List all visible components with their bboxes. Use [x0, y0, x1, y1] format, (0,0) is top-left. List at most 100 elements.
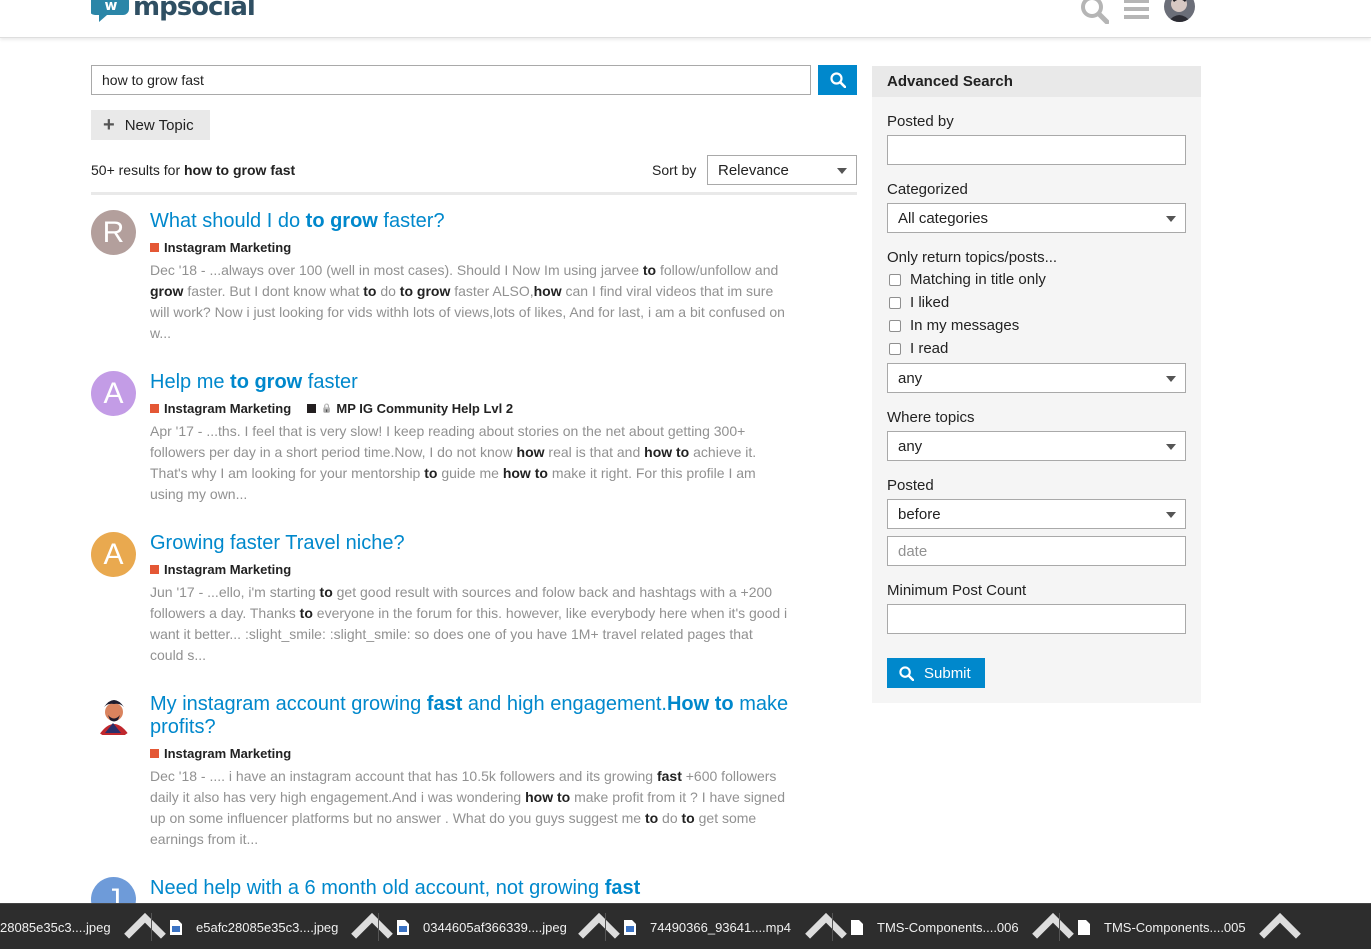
video-file-icon — [624, 919, 636, 935]
text-segment: Need help with a 6 month old account, no… — [150, 877, 605, 899]
chevron-up-icon[interactable] — [1257, 904, 1303, 950]
only-return-select-value: any — [898, 369, 923, 387]
avatar[interactable]: R — [91, 210, 136, 255]
download-item[interactable]: 28085e35c3....jpeg — [0, 904, 111, 950]
search-input[interactable] — [91, 65, 811, 95]
result-blurb: Dec '18 - .... i have an instagram accou… — [150, 766, 790, 850]
posted-by-input[interactable] — [887, 135, 1186, 165]
sort-select[interactable]: Relevance — [707, 155, 857, 185]
category-badge[interactable]: Instagram Marketing — [150, 240, 291, 255]
download-item[interactable]: TMS-Components....006 — [851, 904, 1019, 950]
posted-select[interactable]: before — [887, 499, 1186, 529]
text-segment: What should I do — [150, 210, 306, 232]
chevron-down-icon — [837, 168, 847, 174]
highlighted-term: grow — [150, 283, 184, 299]
chevron-up-icon[interactable] — [122, 904, 168, 950]
highlighted-term: to — [424, 465, 438, 481]
highlighted-term: to grow — [305, 210, 378, 232]
logo-mark-icon: w — [89, 0, 131, 22]
category-badge[interactable]: Instagram Marketing — [150, 562, 291, 577]
download-filename: 0344605af366339....jpeg — [423, 919, 567, 935]
text-segment: Growing faster Travel niche? — [150, 532, 405, 554]
chevron-up-icon[interactable] — [576, 904, 622, 950]
download-separator — [378, 913, 379, 941]
hamburger-menu-icon[interactable] — [1124, 0, 1149, 24]
sort-label: Sort by — [652, 162, 697, 178]
results-summary-term: how to grow fast — [184, 162, 296, 178]
site-logo[interactable]: w mpsocial — [89, 0, 256, 24]
checkbox-box[interactable] — [889, 342, 901, 355]
highlighted-term: How to — [666, 693, 734, 715]
user-photo-icon — [91, 693, 136, 738]
new-topic-button[interactable]: + New Topic — [91, 110, 210, 140]
result-title[interactable]: What should I do to grow faster? — [150, 210, 790, 233]
text-segment: guide me — [437, 465, 503, 481]
results-summary-prefix: 50+ results for — [91, 162, 181, 178]
where-topics-select-value: any — [898, 437, 923, 455]
result-blurb: Dec '18 - ...always over 100 (well in mo… — [150, 260, 790, 344]
text-segment: real is that and — [544, 444, 645, 460]
highlighted-term: fast — [604, 877, 641, 899]
search-icon[interactable] — [1081, 0, 1110, 29]
highlighted-term: how to — [644, 444, 690, 460]
text-segment: Dec '18 - .... i have an instagram accou… — [150, 768, 657, 784]
result-title[interactable]: Help me to grow faster — [150, 371, 790, 394]
min-post-count-input[interactable] — [887, 604, 1186, 634]
checkbox-label: I liked — [910, 294, 950, 311]
category-color-swatch — [150, 242, 159, 252]
download-item[interactable]: 0344605af366339....jpeg — [397, 904, 567, 950]
highlighted-term: how to — [502, 465, 548, 481]
results-summary: 50+ results for how to grow fast — [91, 162, 295, 178]
highlighted-term: fast — [426, 693, 463, 715]
category-badge[interactable]: Instagram Marketing — [150, 746, 291, 761]
text-segment: Help me — [150, 371, 231, 393]
chevron-up-icon[interactable] — [1030, 904, 1076, 950]
new-topic-label: New Topic — [124, 116, 194, 134]
avatar[interactable]: A — [91, 371, 136, 416]
checkbox-box[interactable] — [889, 296, 901, 309]
only-return-select[interactable]: any — [887, 363, 1186, 393]
results-divider — [91, 192, 857, 195]
date-input[interactable]: date — [887, 536, 1186, 566]
checkbox-in-my-messages[interactable]: In my messages — [889, 317, 1019, 334]
download-item[interactable]: e5afc28085e35c3....jpeg — [170, 904, 338, 950]
category-badge[interactable]: 🔒 MP IG Community Help Lvl 2 — [307, 401, 513, 416]
chevron-down-icon — [1166, 216, 1176, 222]
download-filename: 74490366_93641....mp4 — [650, 919, 791, 935]
download-separator — [605, 913, 606, 941]
category-select-value: All categories — [898, 209, 989, 227]
downloads-bar: 28085e35c3....jpeg e5afc28085e35c3....jp… — [0, 903, 1371, 949]
checkbox-i-read[interactable]: I read — [889, 340, 948, 357]
user-avatar[interactable] — [1164, 0, 1195, 22]
chevron-up-icon[interactable] — [803, 904, 849, 950]
submit-button[interactable]: Submit — [887, 658, 985, 688]
file-icon — [851, 919, 863, 935]
highlighted-term: how to — [525, 789, 571, 805]
avatar[interactable] — [91, 693, 136, 738]
chevron-down-icon — [1166, 512, 1176, 518]
search-button[interactable] — [818, 65, 857, 95]
checkbox-box[interactable] — [889, 273, 901, 286]
category-badge[interactable]: Instagram Marketing — [150, 401, 291, 416]
lock-icon: 🔒 — [321, 402, 333, 413]
text-segment: Dec '18 - ...always over 100 (well in mo… — [150, 262, 643, 278]
text-segment: faster. But I dont know what — [183, 283, 364, 299]
result-categories: Instagram Marketing — [150, 561, 790, 577]
download-item[interactable]: TMS-Components....005 — [1078, 904, 1246, 950]
text-segment: faster ALSO, — [450, 283, 534, 299]
category-color-swatch — [150, 564, 159, 574]
chevron-up-icon[interactable] — [349, 904, 395, 950]
result-title[interactable]: My instagram account growing fast and hi… — [150, 693, 790, 739]
text-segment: follow/unfollow and — [656, 262, 779, 278]
checkbox-matching-title[interactable]: Matching in title only — [889, 271, 1046, 288]
checkbox-box[interactable] — [889, 319, 901, 332]
where-topics-select[interactable]: any — [887, 431, 1186, 461]
result-title[interactable]: Growing faster Travel niche? — [150, 532, 790, 555]
category-select[interactable]: All categories — [887, 203, 1186, 233]
checkbox-i-liked[interactable]: I liked — [889, 294, 949, 311]
highlighted-term: to grow — [230, 371, 303, 393]
download-item[interactable]: 74490366_93641....mp4 — [624, 904, 791, 950]
submit-label: Submit — [924, 664, 971, 682]
avatar[interactable]: A — [91, 532, 136, 577]
result-title[interactable]: Need help with a 6 month old account, no… — [150, 877, 790, 900]
